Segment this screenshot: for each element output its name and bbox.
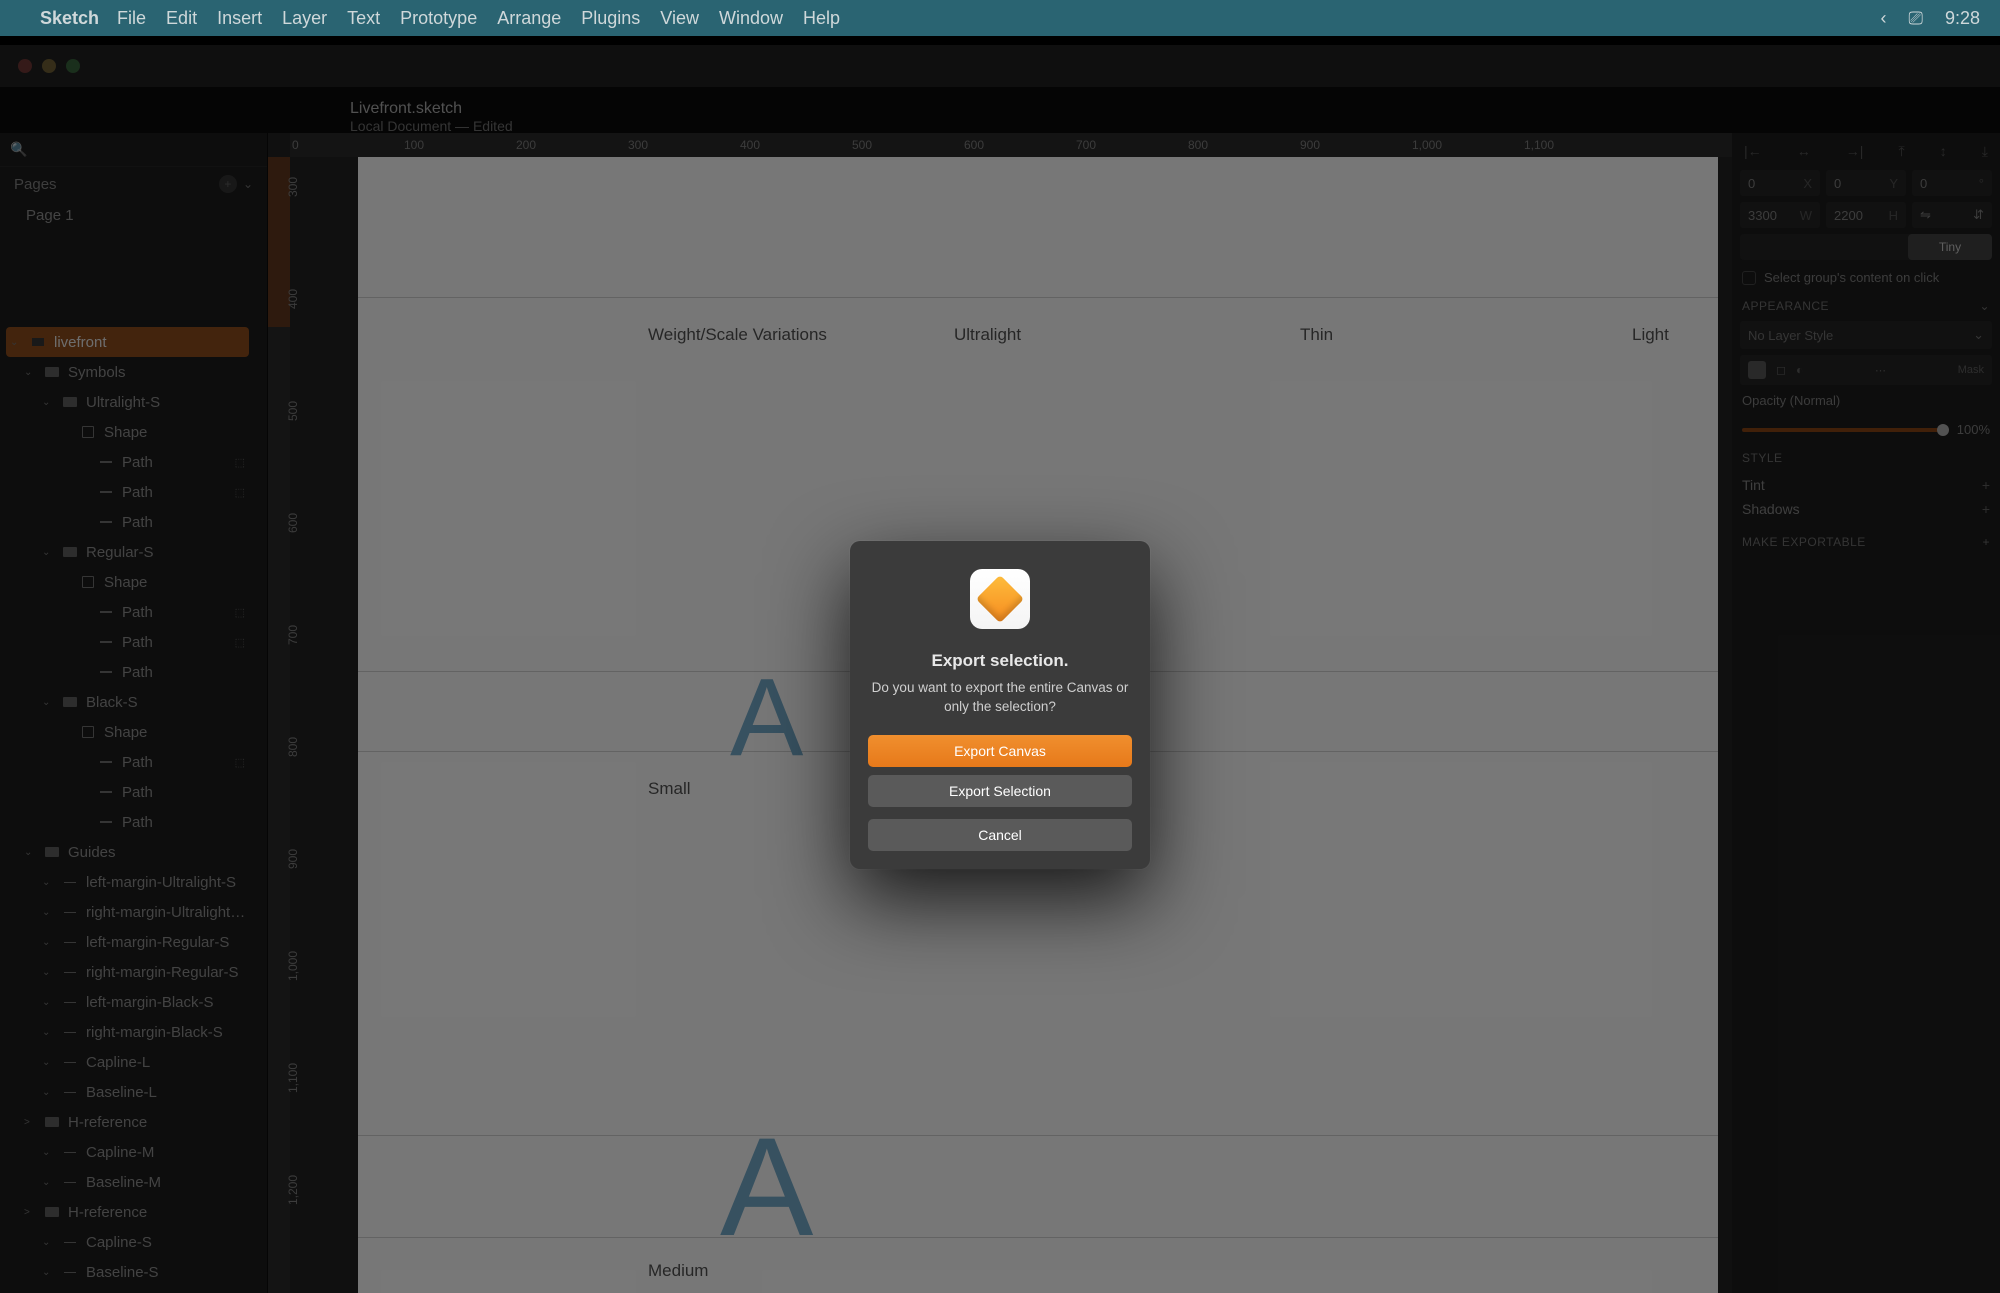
dialog-title: Export selection. xyxy=(868,651,1132,671)
dialog-description: Do you want to export the entire Canvas … xyxy=(868,679,1132,717)
menu-plugins[interactable]: Plugins xyxy=(581,8,640,29)
menu-text[interactable]: Text xyxy=(347,8,380,29)
menu-arrange[interactable]: Arrange xyxy=(497,8,561,29)
menu-help[interactable]: Help xyxy=(803,8,840,29)
clock[interactable]: 9:28 xyxy=(1945,8,1980,29)
control-center-icon[interactable]: ⎚ xyxy=(1909,8,1923,29)
menu-window[interactable]: Window xyxy=(719,8,783,29)
menubar: Sketch File Edit Insert Layer Text Proto… xyxy=(0,0,2000,36)
export-canvas-button[interactable]: Export Canvas xyxy=(868,735,1132,767)
menu-insert[interactable]: Insert xyxy=(217,8,262,29)
menu-layer[interactable]: Layer xyxy=(282,8,327,29)
sketch-app-icon xyxy=(970,569,1030,629)
menu-edit[interactable]: Edit xyxy=(166,8,197,29)
menu-prototype[interactable]: Prototype xyxy=(400,8,477,29)
app-window: Livefront.sketch Local Document — Edited… xyxy=(0,45,2000,1293)
back-icon[interactable]: ‹ xyxy=(1881,8,1887,29)
export-selection-button[interactable]: Export Selection xyxy=(868,775,1132,807)
export-dialog: Export selection. Do you want to export … xyxy=(850,541,1150,869)
cancel-button[interactable]: Cancel xyxy=(868,819,1132,851)
app-name[interactable]: Sketch xyxy=(40,8,99,29)
menu-view[interactable]: View xyxy=(660,8,699,29)
menu-file[interactable]: File xyxy=(117,8,146,29)
